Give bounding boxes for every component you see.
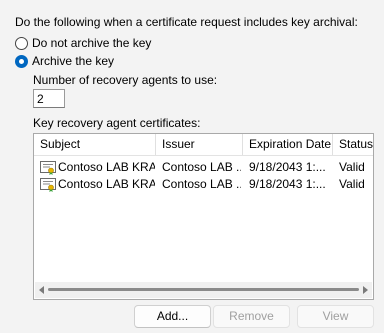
do-not-archive-label[interactable]: Do not archive the key bbox=[32, 36, 151, 50]
column-expiration-date[interactable]: Expiration Date bbox=[243, 134, 332, 155]
list-header: Subject Issuer Expiration Date Status bbox=[34, 134, 373, 156]
column-issuer[interactable]: Issuer bbox=[156, 134, 242, 155]
cell-subject: Contoso LAB KRA-1 bbox=[58, 160, 155, 174]
do-not-archive-radio[interactable] bbox=[15, 37, 28, 50]
cell-expiration: 9/18/2043 1:... bbox=[249, 160, 326, 174]
certificates-label: Key recovery agent certificates: bbox=[33, 116, 201, 130]
archive-key-label[interactable]: Archive the key bbox=[32, 54, 114, 68]
certificate-icon bbox=[40, 178, 56, 192]
add-button[interactable]: Add... bbox=[134, 305, 211, 328]
certificates-list[interactable]: Subject Issuer Expiration Date Status Co… bbox=[33, 133, 374, 300]
certificate-icon bbox=[40, 161, 56, 175]
scroll-thumb[interactable] bbox=[48, 288, 359, 291]
column-status[interactable]: Status bbox=[333, 134, 373, 155]
cell-expiration: 9/18/2043 1:... bbox=[249, 177, 326, 191]
cell-subject: Contoso LAB KRA-2 bbox=[58, 177, 155, 191]
recovery-agents-label: Number of recovery agents to use: bbox=[33, 73, 218, 87]
scroll-left-arrow-icon[interactable] bbox=[39, 286, 44, 294]
column-subject[interactable]: Subject bbox=[34, 134, 155, 155]
cell-issuer: Contoso LAB ... bbox=[162, 177, 241, 191]
key-archival-intro-label: Do the following when a certificate requ… bbox=[15, 15, 358, 29]
scroll-right-arrow-icon[interactable] bbox=[363, 286, 368, 294]
cell-issuer: Contoso LAB ... bbox=[162, 160, 241, 174]
cell-status: Valid bbox=[339, 160, 365, 174]
recovery-agents-input[interactable]: 2 bbox=[33, 89, 65, 108]
table-row[interactable]: Contoso LAB KRA-1 Contoso LAB ... 9/18/2… bbox=[34, 159, 373, 176]
archive-key-radio[interactable] bbox=[15, 55, 28, 68]
cell-status: Valid bbox=[339, 177, 365, 191]
remove-button[interactable]: Remove bbox=[213, 305, 290, 328]
view-button[interactable]: View bbox=[297, 305, 374, 328]
table-row[interactable]: Contoso LAB KRA-2 Contoso LAB ... 9/18/2… bbox=[34, 176, 373, 193]
horizontal-scrollbar[interactable] bbox=[35, 282, 372, 298]
